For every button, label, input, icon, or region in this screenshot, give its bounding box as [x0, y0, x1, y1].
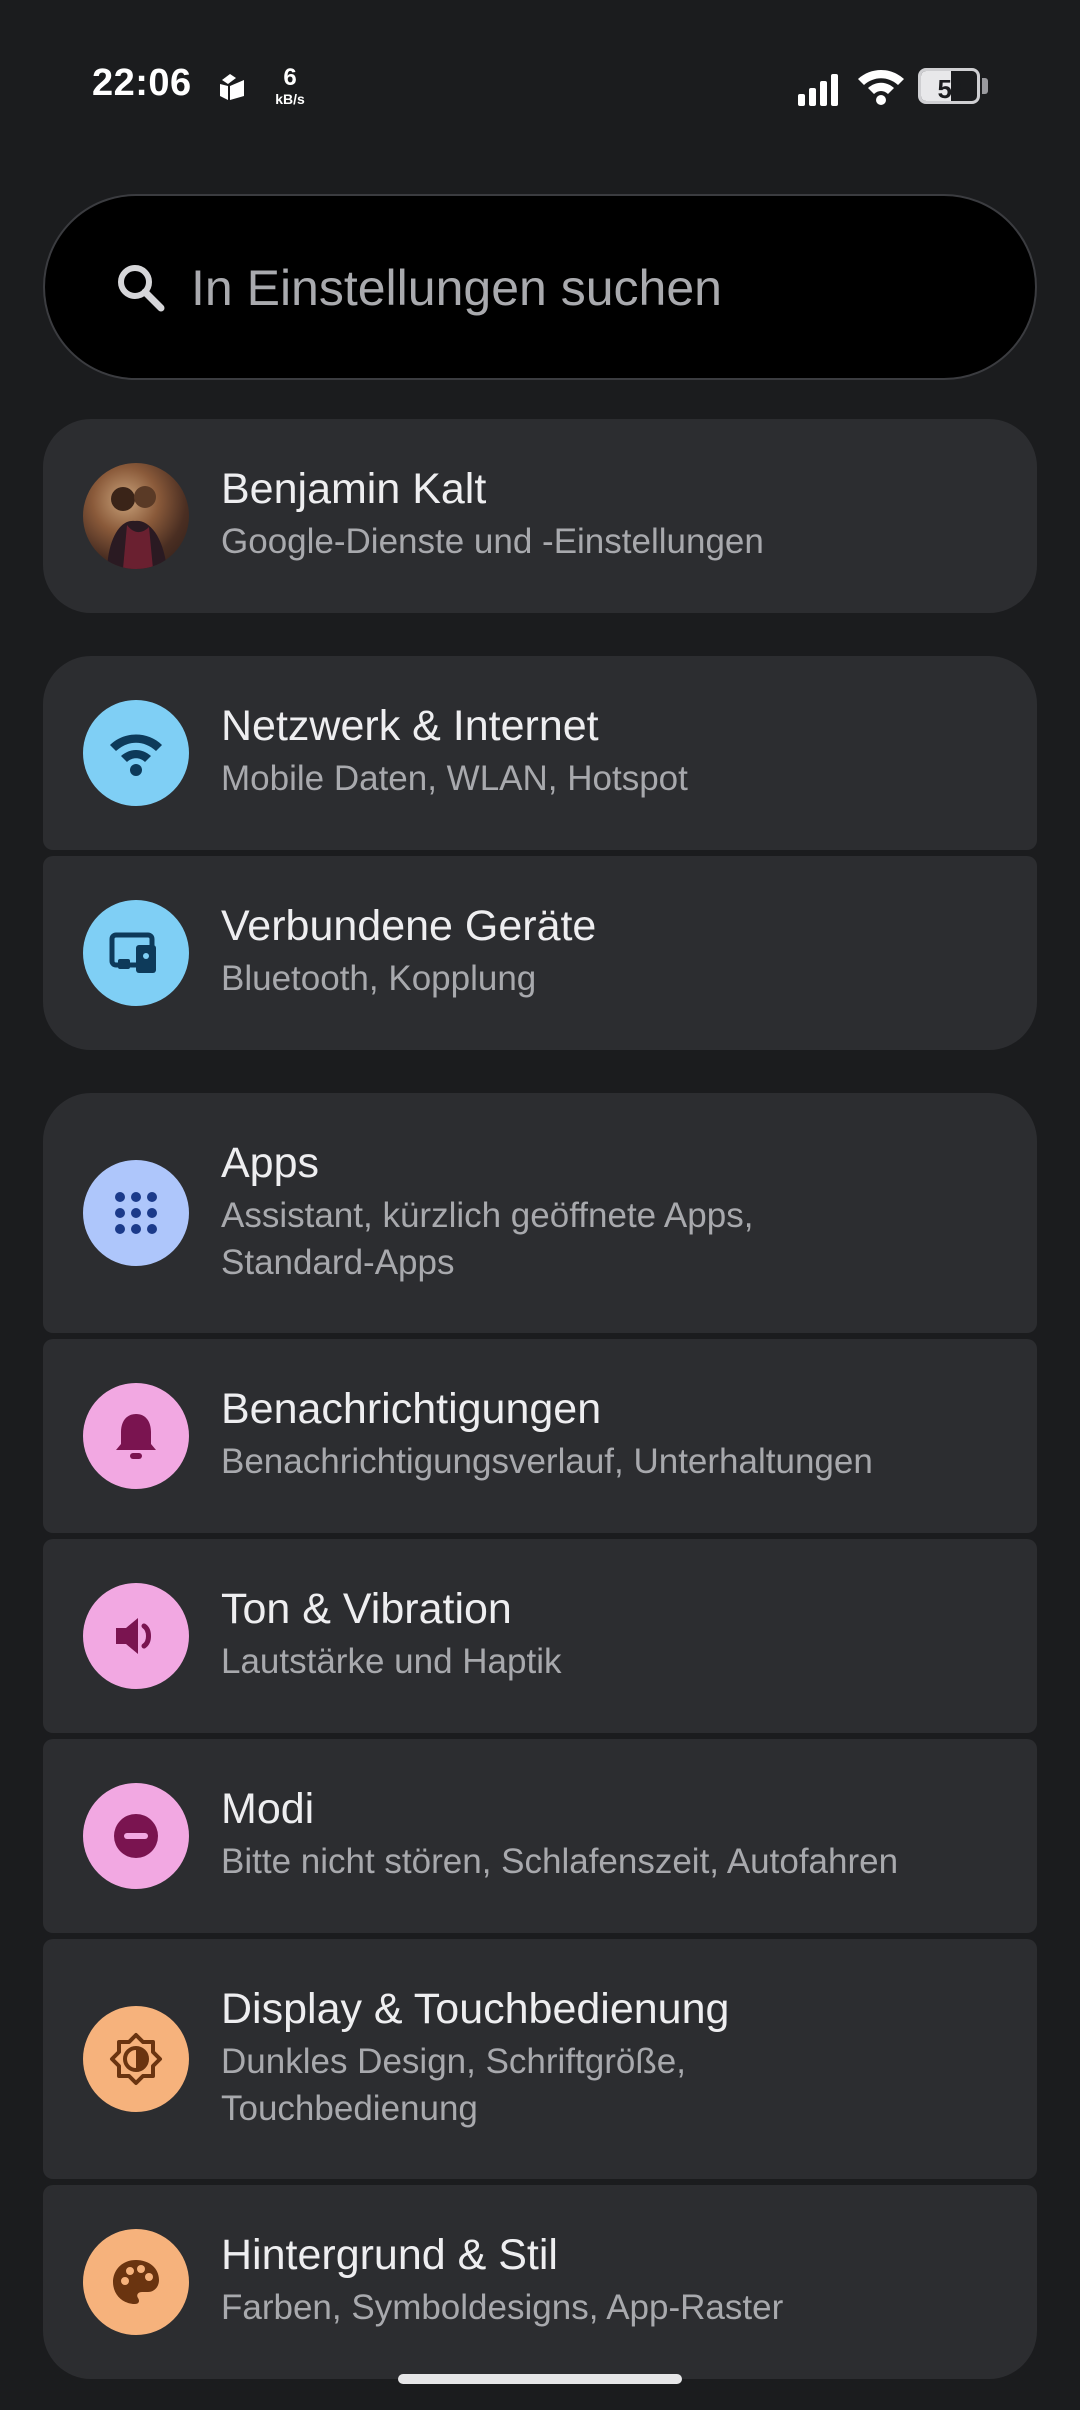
connected-devices-icon: [83, 900, 189, 1006]
avatar: [83, 463, 189, 569]
wifi-icon: [83, 700, 189, 806]
wifi-status-icon: [858, 70, 904, 105]
search-icon: [118, 265, 165, 312]
do-not-disturb-icon: [83, 1783, 189, 1889]
settings-item-subtitle-line1: Dunkles Design, Schriftgröße,: [221, 2042, 686, 2081]
settings-item-title: Modi: [221, 1785, 315, 1833]
settings-item-title: Display & Touchbedienung: [221, 1985, 730, 2033]
settings-item-display[interactable]: Display & Touchbedienung Dunkles Design,…: [43, 1939, 1037, 2179]
account-item[interactable]: Benjamin Kalt Google-Dienste und -Einste…: [43, 419, 1037, 613]
status-time: 22:06: [92, 62, 192, 104]
settings-item-modes[interactable]: Modi Bitte nicht stören, Schlafenszeit, …: [43, 1739, 1037, 1933]
settings-item-notifications[interactable]: Benachrichtigungen Benachrichtigungsverl…: [43, 1339, 1037, 1533]
bell-icon: [83, 1383, 189, 1489]
settings-item-title: Verbundene Geräte: [221, 902, 597, 950]
search-bar[interactable]: In Einstellungen suchen: [43, 194, 1037, 380]
account-card[interactable]: Benjamin Kalt Google-Dienste und -Einste…: [43, 419, 1037, 613]
battery-level: 54: [937, 74, 967, 104]
network-speed: 6 kB/s: [270, 64, 310, 107]
settings-item-subtitle: Lautstärke und Haptik: [221, 1642, 562, 1681]
network-speed-unit: kB/s: [275, 91, 305, 107]
settings-item-subtitle-line2: Touchbedienung: [221, 2089, 478, 2128]
home-indicator[interactable]: [398, 2374, 682, 2384]
settings-item-network[interactable]: Netzwerk & Internet Mobile Daten, WLAN, …: [43, 656, 1037, 850]
palette-icon: [83, 2229, 189, 2335]
settings-item-subtitle-line2: Standard-Apps: [221, 1243, 455, 1282]
settings-item-sound[interactable]: Ton & Vibration Lautstärke und Haptik: [43, 1539, 1037, 1733]
settings-item-subtitle: Mobile Daten, WLAN, Hotspot: [221, 759, 688, 798]
account-name: Benjamin Kalt: [221, 465, 487, 513]
settings-item-subtitle: Bitte nicht stören, Schlafenszeit, Autof…: [221, 1842, 899, 1881]
settings-item-title: Netzwerk & Internet: [221, 702, 599, 750]
battery-body: 54: [918, 68, 980, 104]
settings-screen: 22:06 6 kB/s 54 In Einstellungen suchen …: [0, 0, 1080, 2410]
battery-tip: [982, 78, 988, 94]
battery-indicator: 54: [918, 68, 988, 104]
settings-item-title: Benachrichtigungen: [221, 1385, 602, 1433]
status-bar: 22:06 6 kB/s 54: [0, 0, 1080, 170]
notification-app-icon: [220, 74, 244, 100]
settings-item-subtitle: Farben, Symboldesigns, App-Raster: [221, 2288, 784, 2327]
volume-icon: [83, 1583, 189, 1689]
settings-item-apps[interactable]: Apps Assistant, kürzlich geöffnete Apps,…: [43, 1093, 1037, 1333]
settings-item-title: Ton & Vibration: [221, 1585, 512, 1633]
account-subtitle: Google-Dienste und -Einstellungen: [221, 522, 764, 561]
settings-item-title: Apps: [221, 1139, 320, 1187]
settings-item-connected-devices[interactable]: Verbundene Geräte Bluetooth, Kopplung: [43, 856, 1037, 1050]
brightness-icon: [83, 2006, 189, 2112]
settings-item-subtitle: Benachrichtigungsverlauf, Unterhaltungen: [221, 1442, 873, 1481]
settings-item-wallpaper[interactable]: Hintergrund & Stil Farben, Symboldesigns…: [43, 2185, 1037, 2379]
settings-item-subtitle: Bluetooth, Kopplung: [221, 959, 537, 998]
apps-grid-icon: [83, 1160, 189, 1266]
settings-item-title: Hintergrund & Stil: [221, 2231, 558, 2279]
search-placeholder: In Einstellungen suchen: [191, 260, 722, 316]
cell-signal-icon: [798, 74, 838, 106]
network-speed-value: 6: [283, 64, 297, 91]
settings-item-subtitle-line1: Assistant, kürzlich geöffnete Apps,: [221, 1196, 754, 1235]
